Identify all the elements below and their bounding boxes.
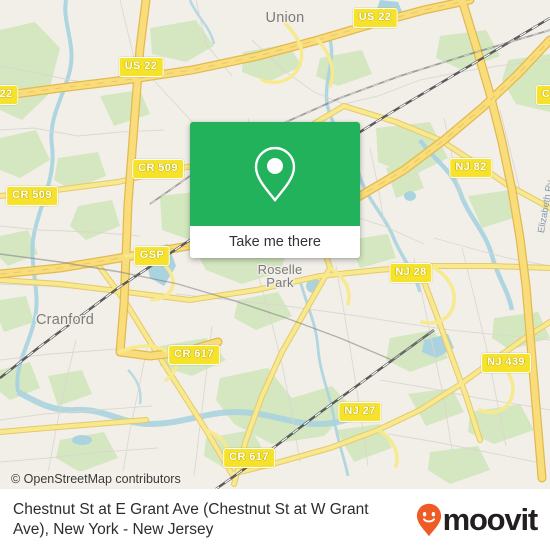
shield-nj-27[interactable]: NJ 27 xyxy=(338,402,382,422)
station-title: Chestnut St at E Grant Ave (Chestnut St … xyxy=(13,500,369,538)
station-popup-card[interactable]: Take me there xyxy=(190,122,360,258)
page-footer: Chestnut St at E Grant Ave (Chestnut St … xyxy=(0,489,550,550)
shield-gsp[interactable]: GSP xyxy=(133,246,171,266)
shield-cr-509-upper[interactable]: CR 509 xyxy=(132,159,184,179)
shield-cr-617-upper[interactable]: CR 617 xyxy=(168,345,220,365)
moovit-station-map-page: Union Roselle Park Cranford Elizabeth Rv… xyxy=(0,0,550,550)
moovit-wordmark: moovit xyxy=(442,502,539,537)
shield-nj-82[interactable]: NJ 82 xyxy=(449,158,493,178)
shield-nj-439[interactable]: NJ 439 xyxy=(481,353,531,373)
shield-us-22-top[interactable]: US 22 xyxy=(352,8,398,28)
take-me-there-button[interactable]: Take me there xyxy=(190,226,360,258)
map-pin-icon xyxy=(254,146,296,202)
map-canvas[interactable]: Union Roselle Park Cranford Elizabeth Rv… xyxy=(0,0,550,489)
shield-cr-509-lower[interactable]: CR 509 xyxy=(6,186,58,206)
shield-cr-617-lower[interactable]: CR 617 xyxy=(223,448,275,468)
osm-attribution[interactable]: © OpenStreetMap contributors xyxy=(8,471,184,487)
popup-card-header xyxy=(190,122,360,226)
shield-us-22-left[interactable]: US 22 xyxy=(118,57,164,77)
moovit-logo[interactable]: moovit xyxy=(416,502,539,537)
shield-us-22-west[interactable]: 22 xyxy=(0,85,19,105)
shield-right-edge[interactable]: C xyxy=(535,85,550,105)
moovit-pin-icon xyxy=(416,503,441,536)
shield-nj-28[interactable]: NJ 28 xyxy=(389,263,433,283)
